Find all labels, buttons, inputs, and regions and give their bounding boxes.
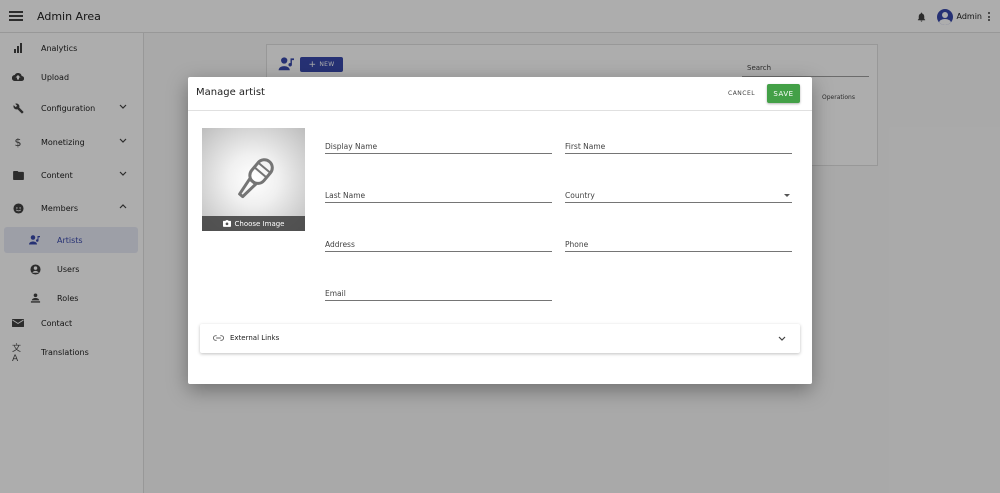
dropdown-arrow-icon [784, 194, 790, 197]
external-links-panel[interactable]: External Links [200, 324, 800, 353]
country-select[interactable]: Country [565, 179, 792, 203]
last-name-field[interactable]: Last Name [325, 179, 552, 203]
first-name-field[interactable]: First Name [565, 130, 792, 154]
phone-field[interactable]: Phone [565, 228, 792, 252]
dialog-divider [188, 110, 812, 111]
artist-image-picker[interactable]: Choose Image [202, 128, 305, 231]
display-name-field[interactable]: Display Name [325, 130, 552, 154]
address-label: Address [325, 240, 355, 249]
cancel-button[interactable]: CANCEL [728, 90, 755, 97]
first-name-label: First Name [565, 142, 606, 151]
external-links-label: External Links [230, 334, 280, 342]
choose-image-label: Choose Image [234, 219, 285, 228]
country-label: Country [565, 191, 595, 200]
link-icon [213, 335, 224, 341]
phone-label: Phone [565, 240, 589, 249]
email-label: Email [325, 289, 346, 298]
address-field[interactable]: Address [325, 228, 552, 252]
save-button[interactable]: SAVE [767, 84, 800, 103]
choose-image-button[interactable]: Choose Image [202, 216, 305, 231]
chevron-down-icon[interactable] [778, 336, 786, 341]
camera-icon [222, 220, 231, 227]
last-name-label: Last Name [325, 191, 366, 200]
email-field[interactable]: Email [325, 277, 552, 301]
display-name-label: Display Name [325, 142, 378, 151]
manage-artist-dialog: Manage artist CANCEL SAVE Choose Image D… [188, 77, 812, 384]
dialog-title: Manage artist [196, 87, 265, 98]
microphone-icon [238, 158, 274, 199]
